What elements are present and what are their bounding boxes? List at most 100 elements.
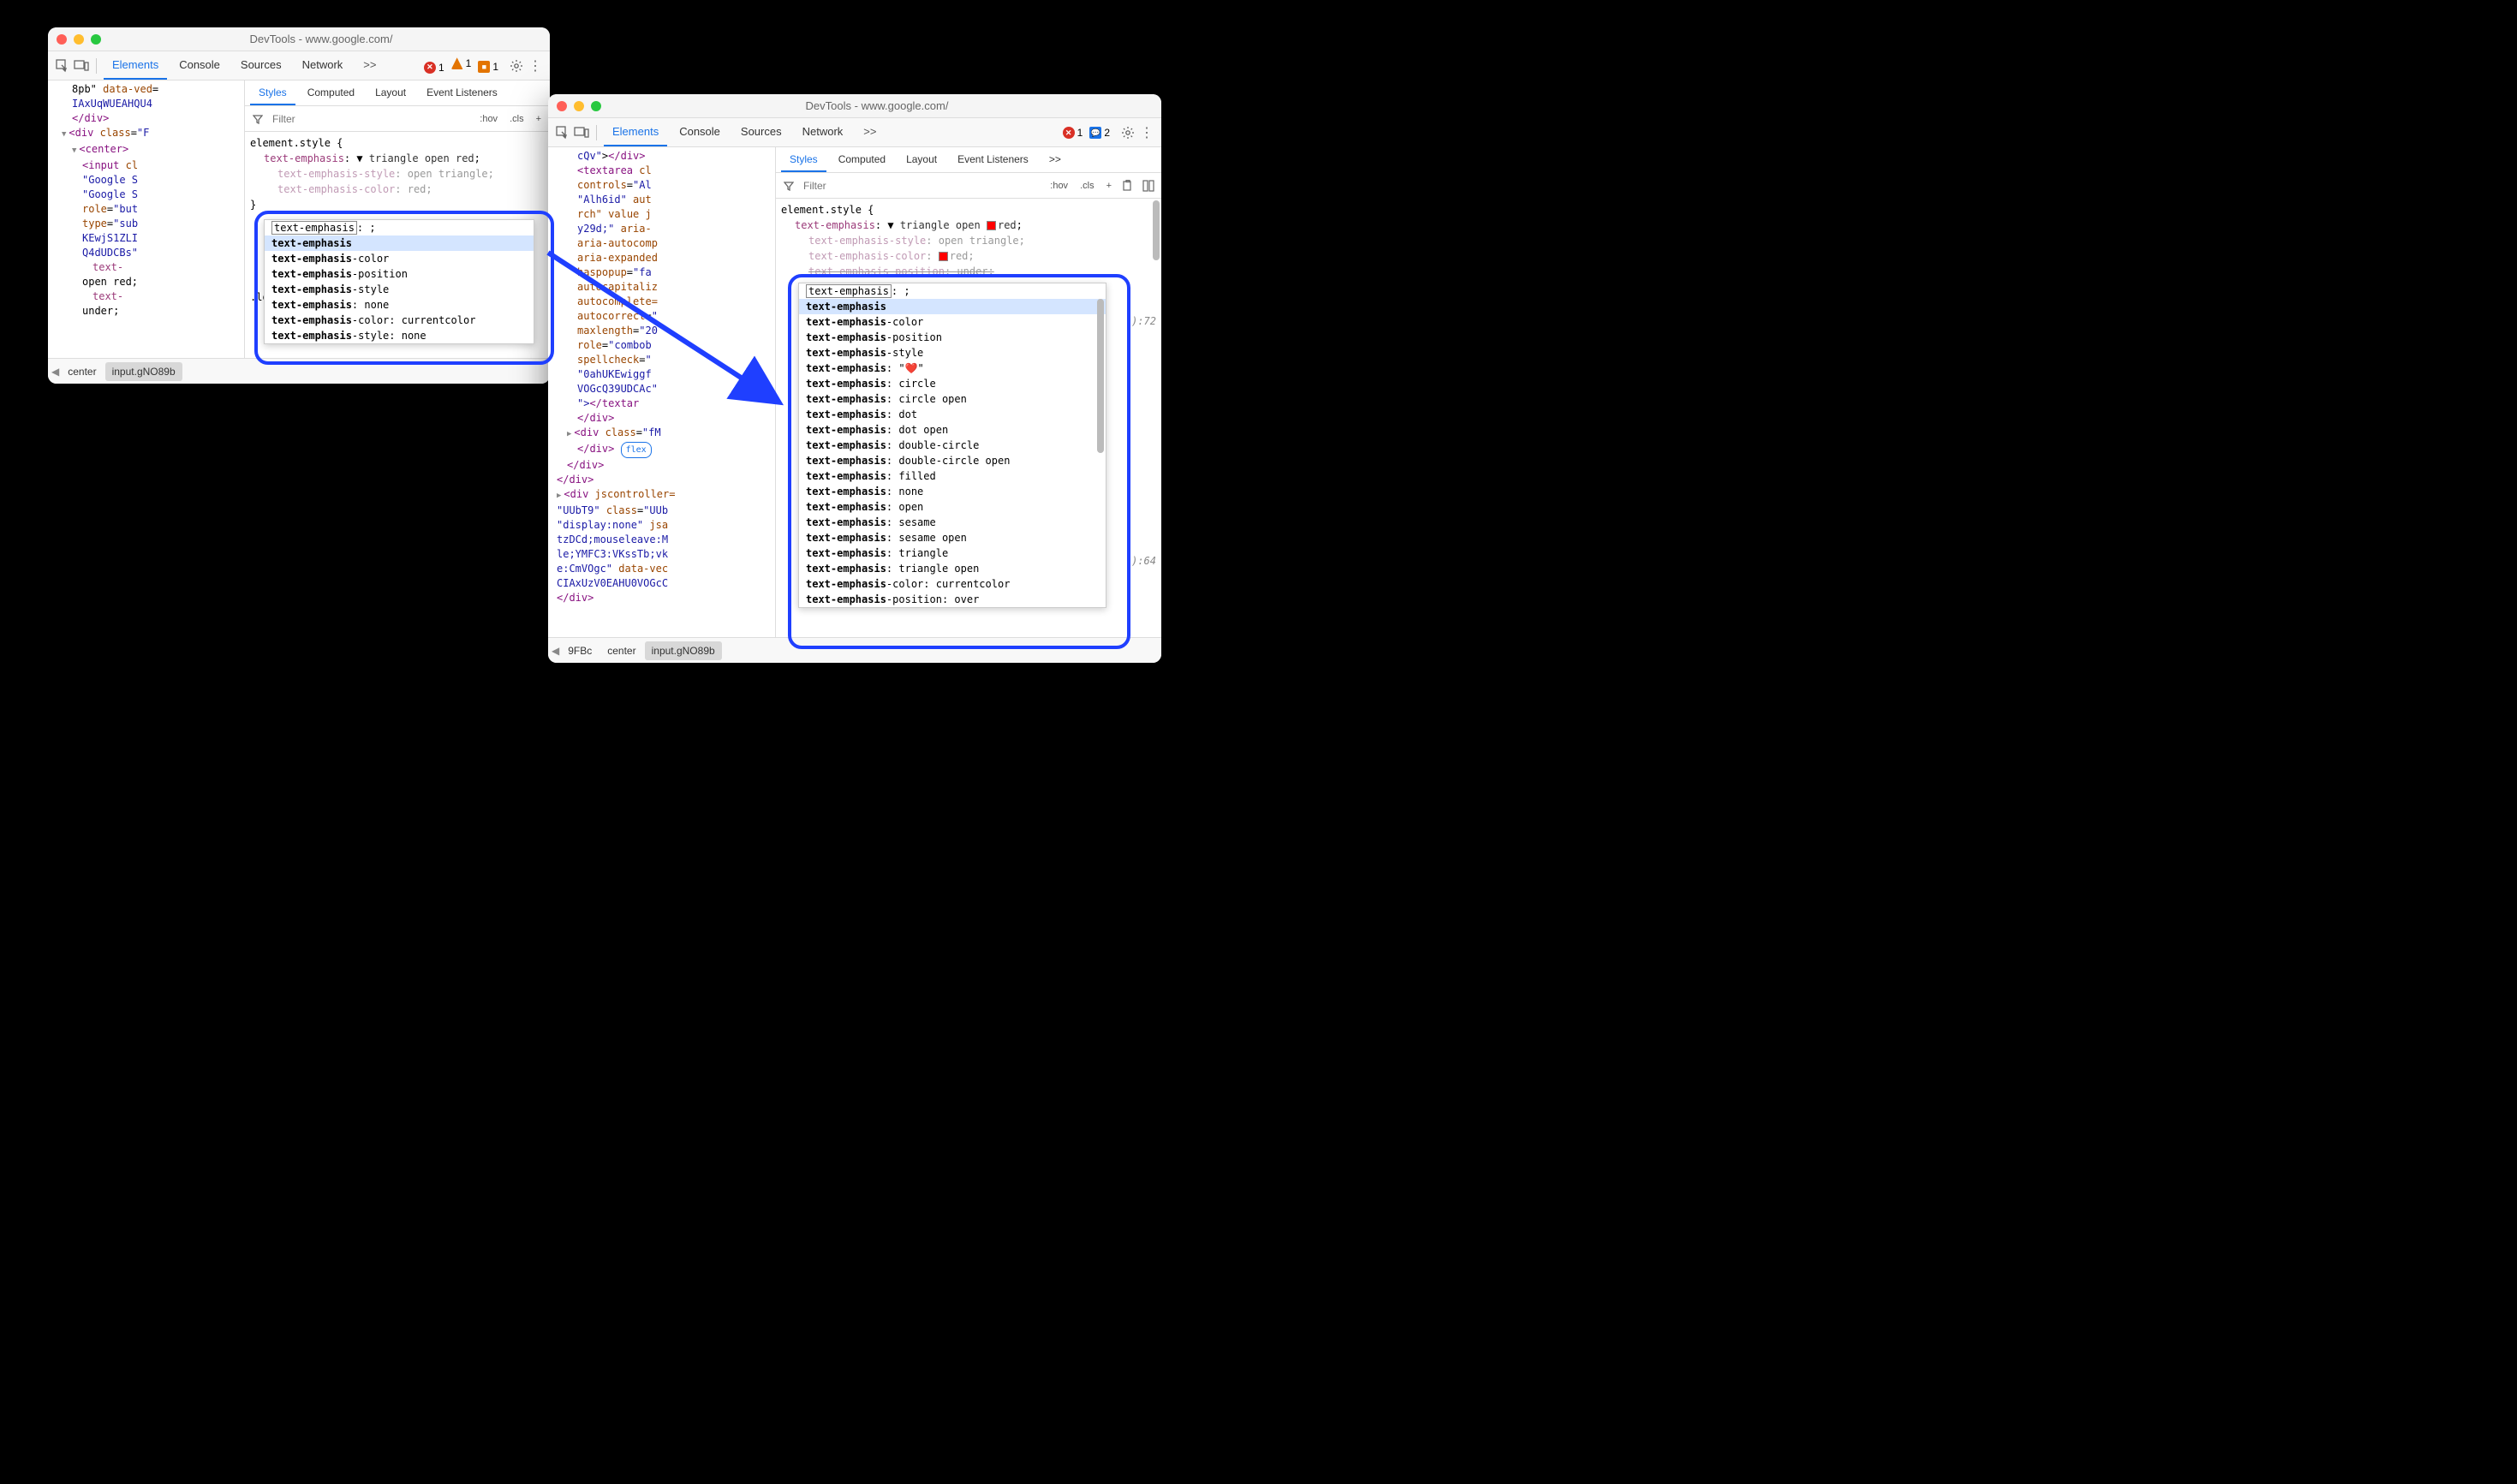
elements-tree[interactable]: 8pb" data-ved=IAxUqWUEAHQU4</div><div cl… [48,80,245,358]
subtab-styles[interactable]: Styles [781,148,826,172]
autocomplete-item[interactable]: text-emphasis-style: none [265,328,534,343]
status-badge[interactable]: 💬2 [1089,127,1110,139]
dom-node[interactable]: "Google S [50,173,242,188]
subtab-more[interactable]: >> [1041,148,1070,172]
dom-node[interactable]: controls="Al [550,178,773,193]
dom-node[interactable]: <div jscontroller= [550,487,773,504]
autocomplete-item[interactable]: text-emphasis-style [265,282,534,297]
crumb[interactable]: center [600,641,642,660]
autocomplete-item[interactable]: text-emphasis: double-circle [799,438,1106,453]
autocomplete-item[interactable]: text-emphasis [799,299,1106,314]
autocomplete-item[interactable]: text-emphasis-color: currentcolor [799,576,1106,592]
dom-node[interactable]: "UUbT9" class="UUb [550,504,773,518]
dom-node[interactable]: Q4dUDCBs" [50,246,242,260]
dom-node[interactable]: e:CmVOgc" data-vec [550,562,773,576]
status-badge[interactable]: ■1 [478,61,498,73]
breadcrumbs[interactable]: ◀ center input.gNO89b [48,358,550,384]
filter-input[interactable] [802,178,1041,194]
minimize-icon[interactable] [574,101,584,111]
dom-node[interactable]: open red; [50,275,242,289]
scrollbar-thumb[interactable] [1153,200,1160,260]
color-swatch-icon[interactable] [939,252,948,261]
dom-node[interactable]: CIAxUzV0EAHU0VOGcC [550,576,773,591]
crumb[interactable]: 9FBc [561,641,599,660]
dom-node[interactable]: rch" value j [550,207,773,222]
hov-button[interactable]: :hov [476,112,501,126]
tab-network[interactable]: Network [794,118,852,146]
dom-node[interactable]: cQv"></div> [550,149,773,164]
autocomplete-item[interactable]: text-emphasis: none [799,484,1106,499]
dom-node[interactable]: text- [50,260,242,275]
autocomplete-item[interactable]: text-emphasis: open [799,499,1106,515]
dom-node[interactable]: "Alh6id" aut [550,193,773,207]
autocomplete-item[interactable]: text-emphasis-style [799,345,1106,361]
tab-more[interactable]: >> [855,118,885,146]
crumb-selected[interactable]: input.gNO89b [105,362,182,381]
dom-node[interactable]: role="but [50,202,242,217]
kebab-icon[interactable]: ⋮ [1139,125,1154,140]
crumb-left-icon[interactable]: ◀ [51,366,59,378]
dom-node[interactable]: </div> [550,473,773,487]
tab-sources[interactable]: Sources [232,51,290,80]
subtab-computed[interactable]: Computed [830,148,894,172]
close-icon[interactable] [57,34,67,45]
autocomplete-item[interactable]: text-emphasis: none [265,297,534,313]
autocomplete-item[interactable]: text-emphasis: double-circle open [799,453,1106,468]
autocomplete-item[interactable]: text-emphasis [265,235,534,251]
inspect-icon[interactable] [55,58,70,74]
autocomplete-item[interactable]: text-emphasis-color: currentcolor [265,313,534,328]
dom-node[interactable]: </div> [50,111,242,126]
dom-node[interactable]: le;YMFC3:VKssTb;vk [550,547,773,562]
autocomplete-item[interactable]: text-emphasis-position [265,266,534,282]
crumb-selected[interactable]: input.gNO89b [645,641,722,660]
subtab-computed[interactable]: Computed [299,81,363,105]
dom-node[interactable]: <center> [50,142,242,158]
dom-node[interactable]: 8pb" data-ved= [50,82,242,97]
dom-node[interactable]: IAxUqWUEAHQU4 [50,97,242,111]
filter-input[interactable] [271,111,471,127]
close-icon[interactable] [557,101,567,111]
subtab-listeners[interactable]: Event Listeners [949,148,1037,172]
gear-icon[interactable] [1120,125,1136,140]
crumb[interactable]: center [61,362,103,381]
autocomplete-item[interactable]: text-emphasis: circle [799,376,1106,391]
computed-toggle-icon[interactable] [1141,178,1156,194]
status-badge[interactable]: ✕1 [424,62,444,74]
autocomplete-item[interactable]: text-emphasis: "❤️" [799,361,1106,376]
dom-node[interactable]: "Google S [50,188,242,202]
autocomplete-item[interactable]: text-emphasis-color [265,251,534,266]
dom-node[interactable]: <textarea cl [550,164,773,178]
subtab-layout[interactable]: Layout [898,148,945,172]
autocomplete-item[interactable]: text-emphasis: circle open [799,391,1106,407]
device-icon[interactable] [574,125,589,140]
autocomplete-popup-before[interactable]: text-emphasis: ; text-emphasistext-empha… [264,219,534,344]
autocomplete-item[interactable]: text-emphasis: dot [799,407,1106,422]
device-icon[interactable] [74,58,89,74]
autocomplete-item[interactable]: text-emphasis-color [799,314,1106,330]
dom-node[interactable]: KEwjS1ZLI [50,231,242,246]
breadcrumbs[interactable]: ◀ 9FBc center input.gNO89b [548,637,1161,663]
autocomplete-item[interactable]: text-emphasis: triangle open [799,561,1106,576]
autocomplete-input[interactable]: text-emphasis: ; [265,220,534,235]
scrollbar-thumb[interactable] [1097,299,1104,453]
status-badge[interactable]: ✕1 [1063,127,1083,139]
color-swatch-icon[interactable] [987,221,996,230]
tab-elements[interactable]: Elements [104,51,167,80]
gear-icon[interactable] [509,58,524,74]
maximize-icon[interactable] [591,101,601,111]
dom-node[interactable]: </div> flex [550,442,773,458]
maximize-icon[interactable] [91,34,101,45]
cls-button[interactable]: .cls [1077,179,1098,193]
dom-node[interactable]: tzDCd;mouseleave:M [550,533,773,547]
dom-node[interactable]: <div class="F [50,126,242,142]
kebab-icon[interactable]: ⋮ [528,58,543,74]
copy-styles-icon[interactable] [1120,178,1136,194]
tab-console[interactable]: Console [170,51,229,80]
dom-node[interactable]: "display:none" jsa [550,518,773,533]
crumb-left-icon[interactable]: ◀ [552,645,559,657]
autocomplete-item[interactable]: text-emphasis: sesame open [799,530,1106,545]
autocomplete-input[interactable]: text-emphasis: ; [799,283,1106,299]
tab-more[interactable]: >> [355,51,385,80]
tab-elements[interactable]: Elements [604,118,667,146]
tab-network[interactable]: Network [294,51,352,80]
